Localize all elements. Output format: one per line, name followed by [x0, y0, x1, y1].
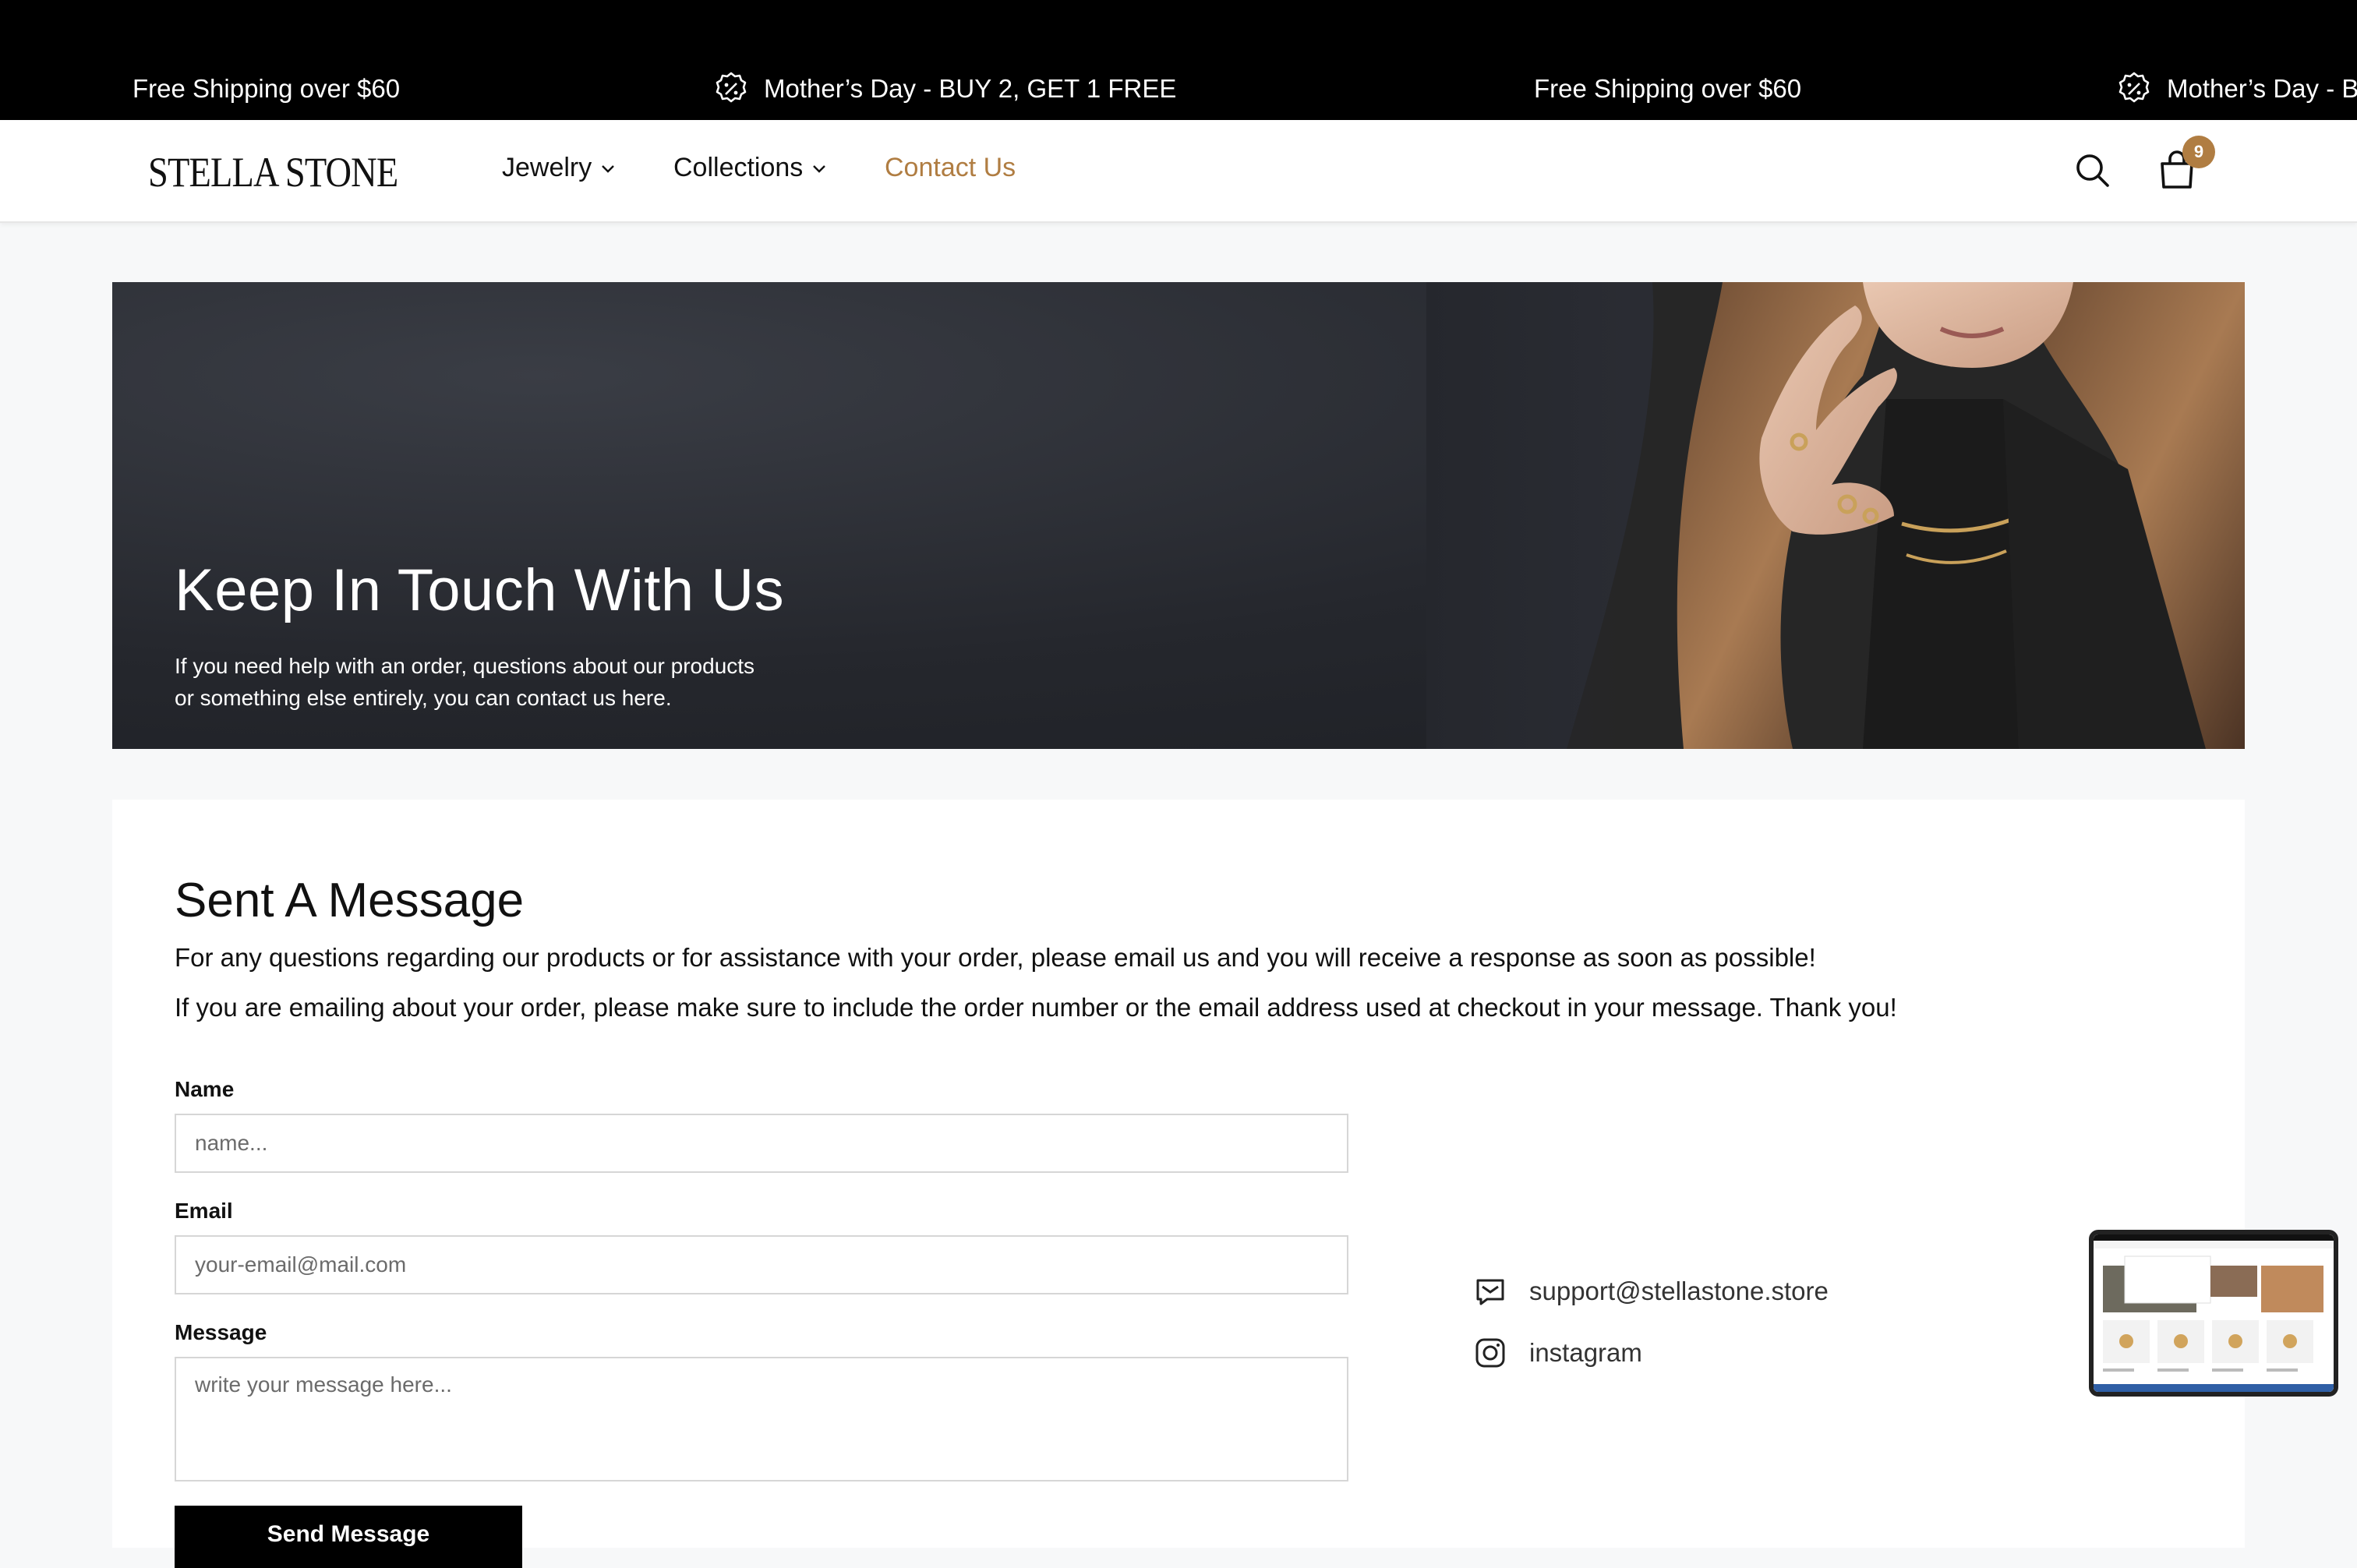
discount-badge-icon	[2118, 72, 2150, 103]
order-note-paragraph: If you are emailing about your order, pl…	[175, 993, 1897, 1022]
announcement-bar: Free Shipping over $60 Mother’s Day - BU…	[0, 0, 2357, 120]
email-contact-link[interactable]: support@stellastone.store	[1473, 1274, 1829, 1308]
nav-label: Jewelry	[502, 153, 592, 182]
announcement-item: Free Shipping over $60	[1534, 69, 1801, 109]
announcement-item: Mother’s Day - BUY 2, GET 1 FREE	[712, 69, 1176, 109]
contact-section: Sent A Message For any questions regardi…	[112, 800, 2245, 1568]
announcement-text: Mother’s Day - BUY 2, GET 1 FREE	[764, 74, 1177, 103]
instagram-link[interactable]: instagram	[1473, 1336, 1642, 1370]
hero-banner: Keep In Touch With Us If you need help w…	[112, 282, 2245, 749]
email-contact-text: support@stellastone.store	[1529, 1277, 1829, 1305]
nav-collections[interactable]: Collections	[673, 153, 828, 183]
announcement-item: Free Shipping over $60	[133, 69, 400, 109]
nav-jewelry[interactable]: Jewelry	[502, 153, 617, 183]
hero-subtitle-line: If you need help with an order, question…	[175, 654, 755, 678]
message-field[interactable]	[175, 1357, 1348, 1481]
thumbnail-preview-image	[2094, 1234, 2334, 1392]
nav-contact-us[interactable]: Contact Us	[885, 153, 1016, 183]
hero-title: Keep In Touch With Us	[175, 557, 785, 623]
send-message-button[interactable]: Send Message	[175, 1506, 522, 1568]
search-icon[interactable]	[2073, 151, 2112, 190]
chevron-down-icon	[602, 164, 615, 173]
discount-badge-icon	[716, 72, 747, 103]
announcement-text: Free Shipping over $60	[133, 74, 401, 103]
hero-model-image	[1426, 282, 2245, 749]
site-logo[interactable]: STELLA STONE	[148, 148, 398, 196]
message-label: Message	[175, 1320, 267, 1344]
site-header: STELLA STONE Jewelry Collections Contact…	[0, 120, 2357, 223]
name-field[interactable]	[175, 1114, 1348, 1173]
nav-label: Collections	[673, 153, 804, 182]
email-label: Email	[175, 1199, 233, 1223]
chevron-down-icon	[813, 164, 826, 173]
hero-subtitle-line: or something else entirely, you can cont…	[175, 686, 672, 710]
email-field[interactable]	[175, 1235, 1348, 1294]
hero-subtitle: If you need help with an order, question…	[175, 650, 876, 714]
announcement-item: Mother’s Day - B	[2115, 69, 2357, 109]
announcement-text: Free Shipping over $60	[1534, 74, 1802, 103]
instagram-text: instagram	[1529, 1338, 1642, 1367]
cart-count-badge: 9	[2182, 136, 2215, 168]
name-label: Name	[175, 1077, 235, 1101]
email-icon	[1476, 1279, 1504, 1305]
nav-label: Contact Us	[885, 153, 1016, 182]
screenshot-preview-thumbnail[interactable]	[2089, 1230, 2338, 1397]
instagram-icon	[1475, 1338, 1505, 1368]
intro-paragraph: For any questions regarding our products…	[175, 943, 1816, 972]
announcement-text: Mother’s Day - B	[2167, 74, 2357, 103]
section-title: Sent A Message	[175, 874, 525, 927]
